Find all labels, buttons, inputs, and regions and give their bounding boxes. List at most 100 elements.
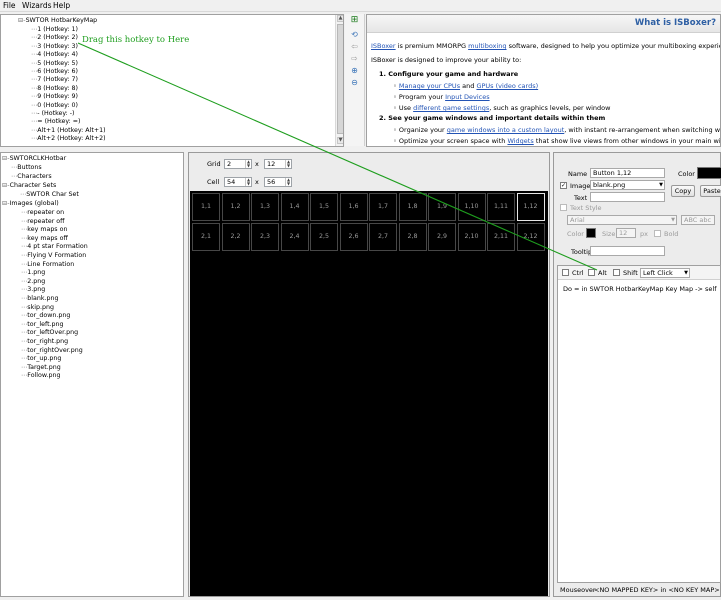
size-stepper[interactable]: 12	[616, 228, 636, 238]
cell-width-stepper[interactable]: 54 ▲ ▼	[224, 177, 252, 187]
info-title: What is ISBoxer?	[634, 18, 716, 28]
zoom-out-icon[interactable]: ⊖	[349, 78, 360, 87]
hotbar-grid-canvas[interactable]: 1,1 1,2 1,3 1,4 1,5 1,6 1,7 1,8 1,9 1,10 1,11 1,12 2…	[190, 191, 548, 596]
ctrl-checkbox[interactable]	[562, 269, 569, 276]
text-style-checkbox[interactable]	[560, 204, 567, 211]
grid-cell[interactable]: 2,1	[192, 222, 220, 251]
game-settings-link[interactable]: different game settings	[413, 104, 489, 112]
zoom-in-icon[interactable]: ⊕	[349, 66, 360, 75]
tree-item-char-set[interactable]: ⋯SWTOR Char Set	[20, 190, 79, 199]
scroll-down-icon[interactable]: ▼	[337, 137, 343, 144]
cell-label: Cell	[207, 178, 220, 186]
times-label: x	[255, 178, 259, 186]
info-bullet-1: ◦ Manage your CPUs and GPUs (video cards…	[393, 82, 539, 90]
grid-cell[interactable]: 1,11	[487, 193, 515, 221]
color-label: Color	[678, 170, 695, 178]
text-style-label: Text Style	[570, 204, 602, 212]
sync-icon[interactable]: ⟲	[349, 30, 360, 39]
multiboxing-link[interactable]: multiboxing	[468, 42, 506, 50]
copy-button[interactable]: Copy	[671, 185, 695, 197]
forward-arrow-icon[interactable]: ⇨	[349, 54, 360, 63]
grid-cell[interactable]: 2,4	[280, 222, 309, 251]
grid-cols-stepper[interactable]: 12 ▲ ▼	[264, 159, 292, 169]
tree-item-image[interactable]: ⋯Follow.png	[21, 371, 60, 380]
button-properties-panel: Name Button 1,12 Color ✓ Image blank.png…	[553, 152, 721, 597]
menu-bar: File Wizards Help	[0, 0, 721, 12]
scroll-up-icon[interactable]: ▲	[337, 15, 343, 22]
grid-cell[interactable]: 2,9	[428, 222, 456, 251]
grid-cell[interactable]: 2,6	[339, 222, 368, 251]
tree-item-characters[interactable]: ⋯Characters	[11, 172, 52, 181]
grid-cell[interactable]: 1,1	[192, 193, 220, 221]
tooltip-input[interactable]	[590, 246, 665, 256]
font-preview: ABC abc	[681, 215, 715, 225]
text-color-swatch[interactable]	[586, 228, 596, 238]
menu-wizards[interactable]: Wizards	[22, 1, 52, 10]
grid-cell[interactable]: 1,4	[280, 193, 309, 221]
isboxer-link[interactable]: ISBoxer	[371, 42, 396, 50]
tree-item-character-sets[interactable]: ⊟-Character Sets	[2, 181, 56, 190]
grid-cell[interactable]: 1,8	[398, 193, 427, 221]
widgets-link[interactable]: Widgets	[507, 137, 533, 145]
menu-file[interactable]: File	[3, 1, 16, 10]
tree-item-hotkey[interactable]: ⋯Alt+2 (Hotkey: Alt+2)	[31, 134, 106, 143]
input-devices-link[interactable]: Input Devices	[445, 93, 490, 101]
grid-cell[interactable]: 1,12	[516, 193, 545, 221]
config-tree-panel: ⊟-SWTORCLKHotbar ⋯Buttons ⋯Characters ⊟-…	[0, 152, 184, 597]
grid-rows-stepper[interactable]: 2 ▲ ▼	[224, 159, 252, 169]
chevron-down-icon: ▼	[684, 270, 688, 276]
chevron-down-icon: ▼	[671, 217, 675, 223]
paste-button[interactable]: Paste	[700, 185, 721, 197]
tree-scrollbar[interactable]: ▲ ▼	[335, 15, 343, 146]
grid-cell[interactable]: 1,10	[457, 193, 486, 221]
grid-cell[interactable]: 2,2	[221, 222, 250, 251]
grid-cell[interactable]: 2,10	[457, 222, 486, 251]
tree-item-hotbar-root[interactable]: ⊟-SWTORCLKHotbar	[2, 154, 66, 163]
grid-cell[interactable]: 2,7	[369, 222, 397, 251]
grid-cell[interactable]: 1,3	[251, 193, 279, 221]
menu-help[interactable]: Help	[53, 1, 70, 10]
image-label: Image	[570, 182, 591, 190]
action-item[interactable]: Do = in SWTOR HotbarKeyMap Key Map -> se…	[563, 285, 717, 293]
cpus-link[interactable]: Manage your CPUs	[399, 82, 460, 90]
alt-checkbox[interactable]	[588, 269, 595, 276]
grid-cell[interactable]: 2,8	[398, 222, 427, 251]
grid-cell[interactable]: 1,2	[221, 193, 250, 221]
cell-height-stepper[interactable]: 56 ▲ ▼	[264, 177, 292, 187]
image-dropdown[interactable]: blank.png ▼	[590, 180, 665, 190]
font-dropdown[interactable]: Arial ▼	[567, 215, 677, 225]
grid-cell[interactable]: 2,12	[516, 222, 545, 251]
color-swatch[interactable]	[697, 167, 721, 179]
grid-label: Grid	[207, 160, 221, 168]
gpus-link[interactable]: GPUs (video cards)	[476, 82, 538, 90]
tree-item-buttons[interactable]: ⋯Buttons	[11, 163, 42, 172]
scroll-thumb[interactable]	[337, 24, 343, 134]
grid-icon[interactable]: ⊞	[349, 16, 360, 25]
px-label: px	[640, 230, 648, 238]
name-input[interactable]: Button 1,12	[590, 168, 665, 178]
grid-cell[interactable]: 2,5	[310, 222, 338, 251]
tree-item-images[interactable]: ⊟-Images (global)	[2, 199, 59, 208]
image-checkbox[interactable]: ✓	[560, 182, 567, 189]
grid-cell[interactable]: 1,5	[310, 193, 338, 221]
text-input[interactable]	[590, 192, 665, 202]
info-bullet-2: ◦ Program your Input Devices	[393, 93, 490, 101]
info-bullet-4: ◦ Organize your game windows into a cust…	[393, 126, 721, 134]
grid-cell[interactable]: 1,6	[339, 193, 368, 221]
grid-cell[interactable]: 2,11	[487, 222, 515, 251]
tree-item-root[interactable]: ⊟-SWTOR HotbarKeyMap	[18, 16, 97, 25]
back-arrow-icon[interactable]: ⇦	[349, 42, 360, 51]
shift-label: Shift	[623, 269, 638, 277]
info-header: What is ISBoxer?	[367, 15, 720, 33]
click-dropdown[interactable]: Left Click ▼	[640, 268, 690, 278]
shift-checkbox[interactable]	[613, 269, 620, 276]
info-bullet-5: ◦ Optimize your screen space with Widget…	[393, 137, 721, 145]
info-intro: ISBoxer is premium MMORPG multiboxing so…	[371, 42, 720, 50]
alt-label: Alt	[598, 269, 607, 277]
bold-checkbox[interactable]	[654, 230, 661, 237]
grid-cell[interactable]: 2,3	[251, 222, 279, 251]
grid-cell[interactable]: 1,9	[428, 193, 456, 221]
info-panel: What is ISBoxer? ISBoxer is premium MMOR…	[366, 14, 721, 147]
custom-layout-link[interactable]: game windows into a custom layout	[447, 126, 564, 134]
grid-cell[interactable]: 1,7	[369, 193, 397, 221]
